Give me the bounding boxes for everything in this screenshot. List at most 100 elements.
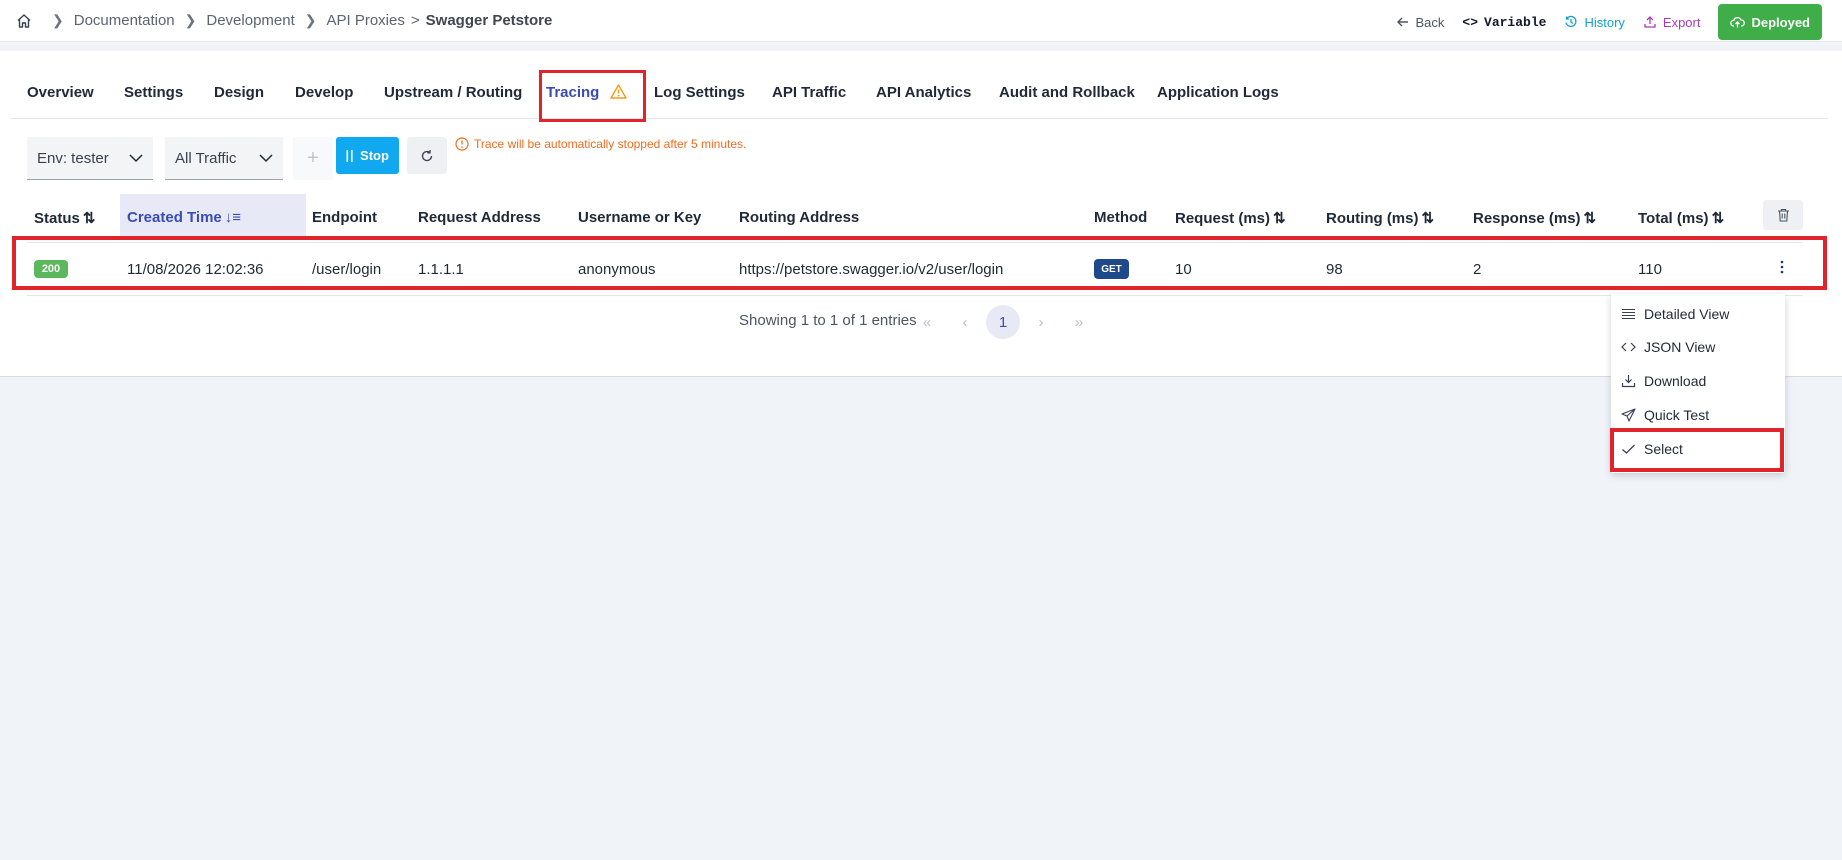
tab-log-settings[interactable]: Log Settings [654,84,745,101]
refresh-button[interactable] [407,137,447,174]
menu-item-detailed-view[interactable]: Detailed View [1611,298,1785,330]
stop-label: Stop [360,148,389,163]
prev-page-button[interactable]: ‹ [948,305,982,339]
row-divider [27,295,1803,296]
chevron-right-icon: ❯ [184,12,197,28]
column-header-routing-ms[interactable]: Routing (ms) ⇅ [1326,209,1434,227]
tab-bar: Overview Settings Design Develop Upstrea… [10,51,1828,122]
column-header-label: Routing (ms) [1326,210,1419,227]
env-select-value: Env: tester [37,149,109,167]
chevron-down-icon [129,153,143,162]
download-icon [1621,375,1636,388]
history-button[interactable]: History [1564,14,1625,30]
page-button-current[interactable]: 1 [986,305,1020,339]
menu-item-label: Download [1644,373,1707,389]
last-page-button[interactable]: » [1062,305,1096,339]
top-bar: ❯ Documentation ❯ Development ❯ API Prox… [0,0,1842,42]
column-header-status[interactable]: Status ⇅ [34,209,95,227]
column-header-label: Created Time [127,209,222,226]
column-header-username: Username or Key [578,209,702,226]
traffic-select[interactable]: All Traffic [165,137,283,180]
column-header-label: Status [34,210,80,227]
code-icon: <> [1462,14,1479,30]
breadcrumb-item-development[interactable]: Development [206,12,294,29]
add-filter-button[interactable]: + [293,137,333,180]
export-label: Export [1662,14,1701,30]
chevron-right-icon: ❯ [52,12,64,28]
breadcrumb-item-api-proxies[interactable]: API Proxies [327,12,405,29]
menu-item-label: JSON View [1644,339,1716,355]
plus-icon: + [307,147,319,169]
menu-item-quick-test[interactable]: Quick Test [1611,399,1785,431]
tab-develop[interactable]: Develop [295,84,353,101]
variable-label: Variable [1484,14,1547,30]
sort-icon: ⇅ [1711,210,1725,227]
menu-item-label: Quick Test [1644,407,1710,423]
refresh-icon [421,149,433,161]
chevron-right-icon: ❯ [304,12,317,28]
main-panel: Overview Settings Design Develop Upstrea… [0,51,1842,377]
next-page-button[interactable]: › [1024,305,1058,339]
tab-api-traffic[interactable]: API Traffic [772,84,846,101]
tab-application-logs[interactable]: Application Logs [1157,84,1279,101]
send-icon [1621,408,1636,422]
column-header-endpoint: Endpoint [312,209,377,226]
column-header-created-time[interactable]: Created Time ↓≡ [127,209,241,226]
trace-notice-text: Trace will be automatically stopped afte… [474,137,747,151]
header-actions: Back <> Variable History Export Deployed [1396,4,1822,40]
export-button[interactable]: Export [1643,14,1701,30]
menu-item-label: Detailed View [1644,306,1730,322]
tab-audit-rollback[interactable]: Audit and Rollback [999,84,1135,101]
history-icon [1565,15,1577,28]
info-icon [455,137,469,151]
select-highlight-box [1610,428,1784,472]
back-button[interactable]: Back [1396,14,1445,30]
tab-highlight-box [539,70,646,122]
tab-overview[interactable]: Overview [27,84,94,101]
first-page-button[interactable]: « [910,305,944,339]
tab-design[interactable]: Design [214,84,264,101]
chevron-left-icon: ‹ [962,313,968,331]
trace-notice: Trace will be automatically stopped afte… [455,137,746,151]
variable-button[interactable]: <> Variable [1462,15,1546,30]
menu-item-download[interactable]: Download [1611,365,1785,397]
trash-icon [1777,208,1789,222]
column-header-label: Total (ms) [1638,210,1709,227]
column-header-total-ms[interactable]: Total (ms) ⇅ [1638,209,1724,227]
column-header-request-address: Request Address [418,209,541,226]
delete-button[interactable] [1763,200,1803,230]
tab-upstream-routing[interactable]: Upstream / Routing [384,84,522,101]
env-select[interactable]: Env: tester [27,137,153,180]
chevrons-left-icon: « [922,313,932,331]
home-icon[interactable] [16,13,32,29]
breadcrumb-item-documentation[interactable]: Documentation [74,12,175,29]
breadcrumb: ❯ Documentation ❯ Development ❯ API Prox… [16,12,552,29]
deployed-label: Deployed [1751,14,1810,30]
code-icon [1621,342,1636,352]
upload-icon [1644,16,1656,28]
column-header-routing-address: Routing Address [739,209,860,226]
history-label: History [1584,14,1625,30]
tab-api-analytics[interactable]: API Analytics [876,84,971,101]
list-icon [1622,308,1635,320]
traffic-select-value: All Traffic [175,149,237,167]
back-label: Back [1415,14,1445,30]
column-header-method: Method [1094,209,1148,226]
menu-item-json-view[interactable]: JSON View [1611,331,1785,363]
breadcrumb-current: Swagger Petstore [425,12,553,29]
row-highlight-box [12,236,1827,290]
pagination-summary: Showing 1 to 1 of 1 entries [739,312,917,329]
chevron-right-icon: › [1038,313,1044,331]
sort-icon: ⇅ [82,210,96,227]
tab-settings[interactable]: Settings [124,84,183,101]
column-header-request-ms[interactable]: Request (ms) ⇅ [1175,209,1286,227]
sort-descending-icon: ↓≡ [224,209,242,226]
arrow-left-icon [1396,17,1408,27]
sort-icon: ⇅ [1583,210,1597,227]
deployed-button[interactable]: Deployed [1718,4,1822,40]
chevrons-right-icon: » [1074,313,1084,331]
cloud-upload-icon [1730,16,1746,28]
stop-button[interactable]: Stop [336,137,399,174]
column-header-response-ms[interactable]: Response (ms) ⇅ [1473,209,1596,227]
sort-icon: ⇅ [1421,210,1435,227]
